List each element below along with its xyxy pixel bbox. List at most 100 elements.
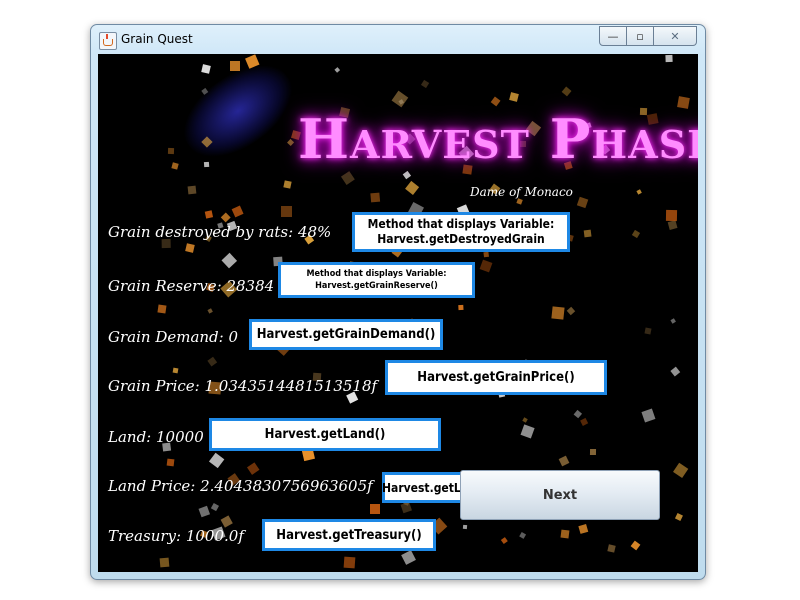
- close-button[interactable]: ✕: [654, 26, 697, 46]
- java-cup-icon: [99, 32, 117, 50]
- method-box-treasury: Harvest.getTreasury(): [262, 519, 436, 551]
- leaf-decoration: [282, 180, 292, 189]
- next-button[interactable]: Next: [460, 470, 660, 520]
- title-bar[interactable]: Grain Quest — ▫ ✕: [91, 25, 705, 55]
- leaf-decoration: [668, 220, 678, 230]
- leaf-decoration: [670, 318, 677, 325]
- leaf-decoration: [666, 54, 673, 62]
- leaf-decoration: [589, 449, 596, 456]
- leaf-decoration: [561, 86, 572, 97]
- method-line: Harvest.getGrainDemand(): [256, 327, 436, 342]
- stat-value: 2.4043830756963605f: [200, 477, 373, 495]
- leaf-decoration: [577, 196, 589, 209]
- leaf-decoration: [560, 529, 570, 539]
- stat-value: 28384: [226, 277, 275, 295]
- leaf-decoration: [207, 356, 217, 366]
- leaf-decoration: [401, 550, 417, 566]
- subtitle: Dame of Monaco: [470, 185, 573, 199]
- leaf-decoration: [198, 505, 210, 517]
- stat-land-price: Land Price: 2.4043830756963605f: [108, 477, 373, 495]
- leaf-decoration: [391, 90, 408, 107]
- leaf-decoration: [567, 306, 576, 316]
- leaf-decoration: [508, 92, 519, 103]
- method-box-grain-reserve: Method that displays Variable: Harvest.g…: [278, 262, 475, 298]
- method-line: Harvest.getLand(): [264, 427, 386, 442]
- method-line: Harvest.getTreasury(): [276, 527, 422, 543]
- leaf-decoration: [558, 455, 569, 467]
- stat-grain-destroyed: Grain destroyed by rats: 48%: [108, 223, 331, 241]
- method-line: Harvest.getGrainPrice(): [417, 370, 575, 385]
- leaf-decoration: [200, 63, 211, 74]
- leaf-decoration: [671, 366, 681, 376]
- leaf-decoration: [479, 259, 493, 273]
- leaf-decoration: [172, 367, 179, 374]
- leaf-decoration: [204, 210, 214, 220]
- leaf-decoration: [171, 162, 180, 171]
- leaf-decoration: [674, 513, 683, 521]
- leaf-decoration: [672, 463, 689, 479]
- method-box-grain-price: Harvest.getGrainPrice(): [385, 360, 607, 395]
- leaf-decoration: [519, 531, 527, 540]
- stat-treasury: Treasury: 1000.0f: [108, 527, 244, 545]
- leaf-decoration: [484, 251, 490, 257]
- leaf-decoration: [606, 544, 616, 554]
- window-controls: — ▫ ✕: [599, 26, 697, 46]
- stat-land: Land: 10000: [108, 428, 204, 446]
- leaf-decoration: [167, 147, 175, 155]
- stat-value: 0: [228, 328, 239, 346]
- leaf-decoration: [404, 181, 420, 196]
- leaf-decoration: [520, 424, 535, 439]
- app-window: Grain Quest — ▫ ✕ Harvest Phase Dame of …: [90, 24, 706, 580]
- leaf-decoration: [462, 524, 468, 529]
- maximize-button[interactable]: ▫: [627, 26, 654, 46]
- stat-label: Treasury:: [108, 527, 182, 545]
- leaf-decoration: [641, 408, 656, 423]
- leaf-decoration: [574, 409, 583, 418]
- stat-value: 10000: [156, 428, 204, 446]
- leaf-decoration: [343, 556, 355, 569]
- leaf-decoration: [203, 162, 210, 168]
- stat-label: Grain destroyed by rats:: [108, 223, 294, 241]
- leaf-decoration: [501, 536, 508, 544]
- minimize-button[interactable]: —: [599, 26, 627, 46]
- leaf-decoration: [370, 504, 380, 515]
- leaf-decoration: [490, 97, 501, 108]
- leaf-decoration: [578, 524, 589, 535]
- leaf-decoration: [340, 171, 355, 186]
- leaf-decoration: [157, 304, 167, 314]
- stat-grain-demand: Grain Demand: 0: [108, 328, 238, 346]
- leaf-decoration: [521, 417, 528, 424]
- stat-value: 1.0343514481513518f: [204, 377, 378, 395]
- stat-label: Grain Reserve:: [108, 277, 222, 295]
- leaf-decoration: [159, 557, 170, 568]
- stat-value: 48%: [297, 223, 332, 241]
- leaf-decoration: [208, 452, 225, 469]
- stat-grain-reserve: Grain Reserve: 28384: [108, 277, 274, 295]
- method-line: Harvest.getGrainReserve(): [315, 281, 438, 291]
- leaf-decoration: [247, 462, 260, 475]
- leaf-decoration: [166, 458, 175, 467]
- leaf-decoration: [579, 417, 589, 426]
- leaf-decoration: [211, 502, 219, 511]
- stat-label: Land:: [108, 428, 152, 446]
- leaf-decoration: [286, 138, 295, 146]
- leaf-decoration: [457, 304, 464, 311]
- leaf-decoration: [184, 243, 195, 253]
- leaf-decoration: [584, 229, 592, 238]
- leaf-decoration: [665, 210, 678, 222]
- leaf-decoration: [631, 540, 641, 551]
- method-line: Harvest.getDestroyedGrain: [377, 232, 545, 246]
- leaf-decoration: [222, 252, 238, 268]
- stat-grain-price: Grain Price: 1.0343514481513518f: [108, 377, 377, 395]
- leaf-decoration: [333, 67, 341, 74]
- method-box-land: Harvest.getLand(): [209, 418, 441, 451]
- leaf-decoration: [231, 205, 244, 218]
- leaf-decoration: [370, 193, 381, 203]
- leaf-decoration: [402, 171, 411, 180]
- window-title: Grain Quest: [121, 32, 193, 46]
- leaf-decoration: [281, 206, 292, 217]
- stat-label: Grain Demand:: [108, 328, 224, 346]
- method-line: Method that displays Variable:: [306, 269, 447, 279]
- leaf-decoration: [206, 308, 213, 314]
- leaf-decoration: [551, 306, 565, 320]
